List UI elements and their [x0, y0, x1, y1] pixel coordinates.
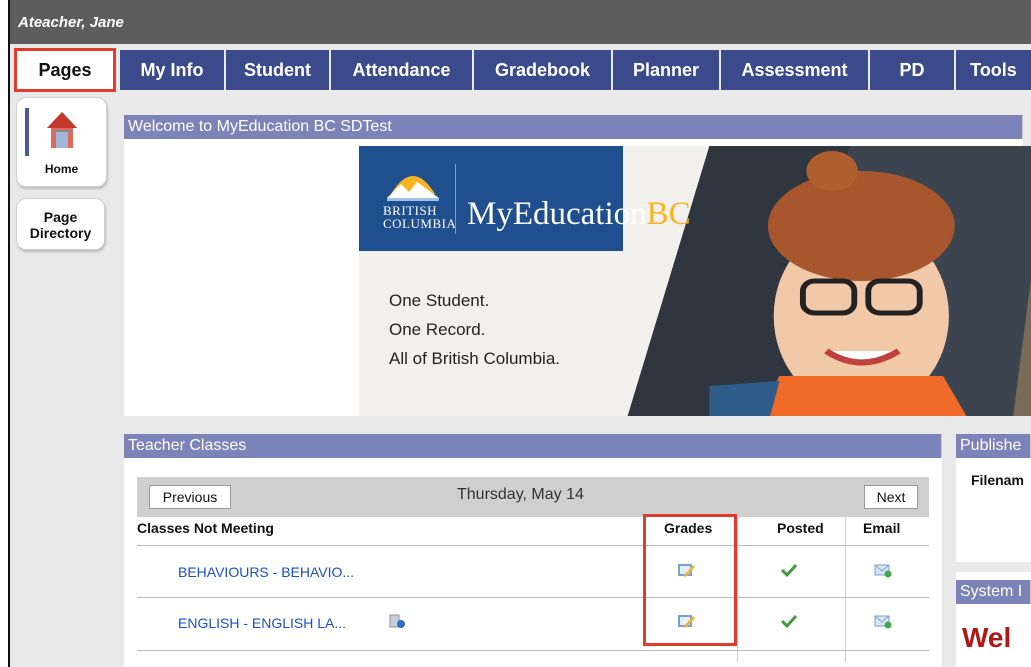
email-icon[interactable] — [874, 562, 892, 578]
active-indicator — [25, 108, 29, 156]
class-link-english[interactable]: ENGLISH - ENGLISH LA... — [178, 615, 346, 631]
main-nav: Pages My Info Student Attendance Gradebo… — [10, 48, 1031, 92]
tab-attendance[interactable]: Attendance — [331, 50, 474, 90]
welcome-panel-header: Welcome to MyEducation BC SDTest — [124, 115, 1023, 139]
myeducation-banner: BRITISH COLUMBIA MyEducationBC One Stude… — [359, 146, 1031, 416]
user-name: Ateacher, Jane — [18, 14, 124, 31]
sidebar-home-button[interactable]: Home — [16, 97, 107, 187]
teacher-classes-header: Teacher Classes — [124, 434, 942, 458]
brand-panel: BRITISH COLUMBIA MyEducationBC — [359, 146, 691, 251]
tab-tools[interactable]: Tools — [956, 50, 1031, 90]
tab-gradebook[interactable]: Gradebook — [474, 50, 613, 90]
class-link-behaviours[interactable]: BEHAVIOURS - BEHAVIO... — [178, 564, 354, 580]
brand-divider — [455, 164, 456, 234]
next-button[interactable]: Next — [864, 485, 918, 509]
col-classes-not-meeting: Classes Not Meeting — [137, 520, 274, 536]
brand-text-b: BC — [646, 196, 691, 232]
tagline-line-3: All of British Columbia. — [389, 349, 561, 368]
current-date: Thursday, May 14 — [457, 486, 584, 503]
date-navigator: Previous Thursday, May 14 Next — [137, 477, 929, 517]
tab-pd[interactable]: PD — [870, 50, 956, 90]
col-posted: Posted — [777, 520, 824, 536]
sidebar-page-directory-button[interactable]: Page Directory — [16, 198, 105, 250]
tab-planner[interactable]: Planner — [613, 50, 721, 90]
col-divider — [737, 517, 738, 662]
tagline-line-2: One Record. — [389, 320, 486, 339]
tagline: One Student. One Record. All of British … — [389, 286, 560, 373]
row-divider — [137, 545, 929, 546]
email-icon[interactable] — [874, 613, 892, 629]
home-icon — [47, 112, 77, 148]
home-label: Home — [44, 162, 79, 176]
top-bar: Ateacher, Jane — [10, 0, 1031, 44]
bc-wordmark: BRITISH COLUMBIA — [383, 203, 457, 231]
tagline-line-1: One Student. — [389, 291, 490, 310]
row-divider — [137, 597, 929, 598]
tab-student[interactable]: Student — [226, 50, 331, 90]
class-info-icon[interactable] — [388, 613, 406, 629]
previous-button[interactable]: Previous — [149, 485, 231, 509]
row-divider — [137, 650, 929, 651]
tab-pages[interactable]: Pages — [14, 48, 116, 92]
teacher-classes-panel — [124, 434, 942, 667]
grades-highlight — [643, 514, 737, 646]
col-divider — [845, 517, 846, 662]
posted-check-icon — [780, 614, 798, 629]
panel-gap — [956, 562, 1031, 572]
tab-my-info[interactable]: My Info — [120, 50, 226, 90]
tab-assessment[interactable]: Assessment — [721, 50, 870, 90]
filename-column-header: Filenam — [971, 472, 1024, 488]
myeducation-wordmark: MyEducationBC — [467, 196, 691, 233]
system-welcome-text: Wel — [962, 622, 1012, 653]
published-panel-header: Publishe — [956, 434, 1031, 458]
col-email: Email — [863, 520, 901, 536]
brand-text-a: MyEducation — [467, 196, 647, 232]
bc-sun-logo-icon — [387, 176, 439, 201]
posted-check-icon — [780, 563, 798, 578]
system-panel-header: System I — [956, 580, 1031, 604]
